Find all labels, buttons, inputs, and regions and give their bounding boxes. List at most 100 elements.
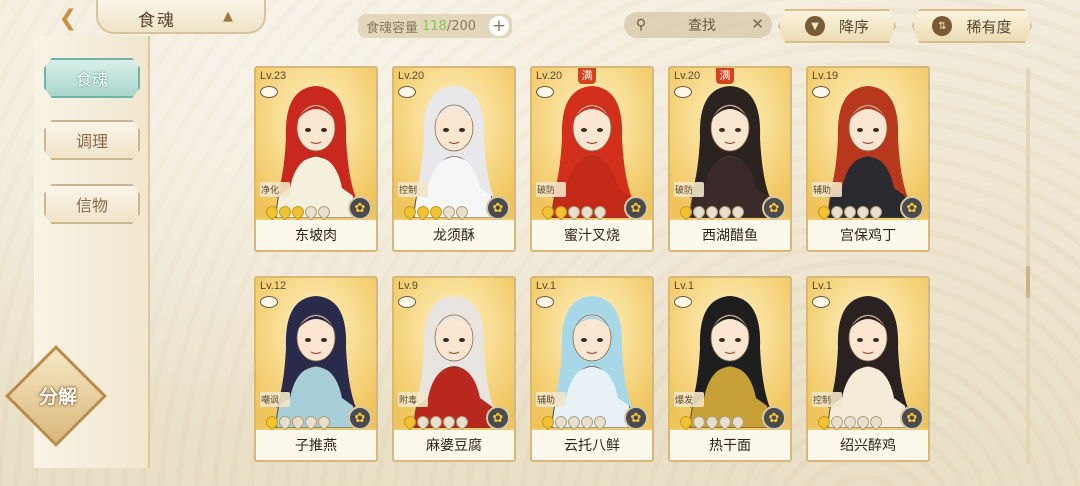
card-name: 绍兴醉鸡 <box>808 430 928 460</box>
card-level: Lv.12 <box>260 280 287 292</box>
tab-xinwu[interactable]: 信物 <box>44 184 140 224</box>
card-name: 子推燕 <box>256 430 376 460</box>
character-card[interactable]: Lv.20 满破防 ✿ 蜜汁叉烧 <box>530 66 654 252</box>
search-field[interactable]: ⚲ 查找 ✕ <box>624 12 772 38</box>
star-icon <box>315 413 333 431</box>
star-icon <box>729 203 747 221</box>
star-icon <box>315 203 333 221</box>
chat-bubble-icon <box>536 296 554 308</box>
role-tag: 净化 <box>260 182 290 197</box>
role-tag: 附毒 <box>398 392 428 407</box>
tab-shihun[interactable]: 食魂 <box>44 58 140 98</box>
sort-rarity-button[interactable]: ⇅ 稀有度 <box>912 9 1032 43</box>
card-level: Lv.1 <box>536 280 556 292</box>
character-card[interactable]: Lv.20 满破防 ✿ 西湖醋鱼 <box>668 66 792 252</box>
chat-bubble-icon <box>812 86 830 98</box>
star-icon <box>591 413 609 431</box>
chat-bubble-icon <box>674 296 692 308</box>
character-card[interactable]: Lv.20 控制 ✿ 龙须酥 <box>392 66 516 252</box>
back-arrow-icon: ❮ <box>58 5 78 31</box>
search-label: 查找 <box>688 18 716 34</box>
capacity-current: 118 <box>422 18 447 34</box>
card-level: Lv.20 <box>536 70 563 82</box>
card-level: Lv.1 <box>812 280 832 292</box>
star-rating <box>401 413 471 431</box>
flower-icon: ✿ <box>348 406 372 430</box>
flower-icon: ✿ <box>486 406 510 430</box>
star-rating <box>263 413 333 431</box>
title-tab: 食魂 ▲ <box>96 0 266 34</box>
role-tag: 控制 <box>812 392 842 407</box>
chat-bubble-icon <box>398 86 416 98</box>
chat-bubble-icon <box>536 86 554 98</box>
star-icon <box>867 413 885 431</box>
star-rating <box>401 203 471 221</box>
role-tag: 破防 <box>536 182 566 197</box>
tab-tiaoli[interactable]: 调理 <box>44 120 140 160</box>
character-card[interactable]: Lv.1 辅助 ✿ 云托八鲜 <box>530 276 654 462</box>
card-name: 东坡肉 <box>256 220 376 250</box>
character-card[interactable]: Lv.1 控制 ✿ 绍兴醉鸡 <box>806 276 930 462</box>
chat-bubble-icon <box>812 296 830 308</box>
split-label: 分解 <box>38 386 77 408</box>
star-rating <box>539 203 609 221</box>
character-card[interactable]: Lv.9 附毒 ✿ 麻婆豆腐 <box>392 276 516 462</box>
card-name: 龙须酥 <box>394 220 514 250</box>
star-rating <box>539 413 609 431</box>
capacity-max: /200 <box>446 18 477 34</box>
sort-arrows-icon: ⇅ <box>932 16 953 36</box>
flower-icon: ✿ <box>348 196 372 220</box>
chat-bubble-icon <box>398 296 416 308</box>
flower-icon: ✿ <box>486 196 510 220</box>
star-icon <box>453 203 471 221</box>
card-name: 宫保鸡丁 <box>808 220 928 250</box>
character-card[interactable]: Lv.1 爆发 ✿ 热干面 <box>668 276 792 462</box>
flower-icon: ✿ <box>762 406 786 430</box>
chat-bubble-icon <box>260 86 278 98</box>
add-capacity-button[interactable]: + <box>489 16 509 36</box>
star-icon <box>591 203 609 221</box>
role-tag: 嘲讽 <box>260 392 290 407</box>
max-level-badge: 满 <box>716 68 734 84</box>
role-tag: 破防 <box>674 182 704 197</box>
role-tag: 控制 <box>398 182 428 197</box>
star-icon <box>867 203 885 221</box>
star-icon <box>729 413 747 431</box>
clear-icon[interactable]: ✕ <box>751 15 764 33</box>
flower-icon: ✿ <box>762 196 786 220</box>
star-rating <box>815 203 885 221</box>
flower-icon: ✿ <box>900 406 924 430</box>
star-rating <box>677 203 747 221</box>
flower-icon: ✿ <box>900 196 924 220</box>
card-name: 麻婆豆腐 <box>394 430 514 460</box>
back-button[interactable]: ❮ <box>40 2 96 34</box>
flower-icon: ✿ <box>624 196 648 220</box>
card-level: Lv.20 <box>674 70 701 82</box>
character-card[interactable]: Lv.23 净化 ✿ 东坡肉 <box>254 66 378 252</box>
card-level: Lv.9 <box>398 280 418 292</box>
star-rating <box>263 203 333 221</box>
role-tag: 辅助 <box>536 392 566 407</box>
role-tag: 辅助 <box>812 182 842 197</box>
card-name: 蜜汁叉烧 <box>532 220 652 250</box>
sort-rarity-label: 稀有度 <box>966 17 1012 36</box>
sort-order-label: 降序 <box>838 17 869 36</box>
character-card[interactable]: Lv.19 辅助 ✿ 宫保鸡丁 <box>806 66 930 252</box>
scrollbar-thumb[interactable] <box>1026 266 1030 298</box>
card-name: 西湖醋鱼 <box>670 220 790 250</box>
card-name: 云托八鲜 <box>532 430 652 460</box>
capacity-bar: 食魂容量 118 /200 + <box>358 14 512 38</box>
crown-icon[interactable]: ▲ <box>218 9 238 25</box>
page-title: 食魂 <box>138 11 176 31</box>
card-name: 热干面 <box>670 430 790 460</box>
card-level: Lv.1 <box>674 280 694 292</box>
star-rating <box>677 413 747 431</box>
flower-icon: ✿ <box>624 406 648 430</box>
role-tag: 爆发 <box>674 392 704 407</box>
triangle-down-icon: ▼ <box>804 16 825 36</box>
chat-bubble-icon <box>260 296 278 308</box>
max-level-badge: 满 <box>578 68 596 84</box>
character-card[interactable]: Lv.12 嘲讽 ✿ 子推燕 <box>254 276 378 462</box>
sort-order-button[interactable]: ▼ 降序 <box>778 9 896 43</box>
card-level: Lv.23 <box>260 70 287 82</box>
